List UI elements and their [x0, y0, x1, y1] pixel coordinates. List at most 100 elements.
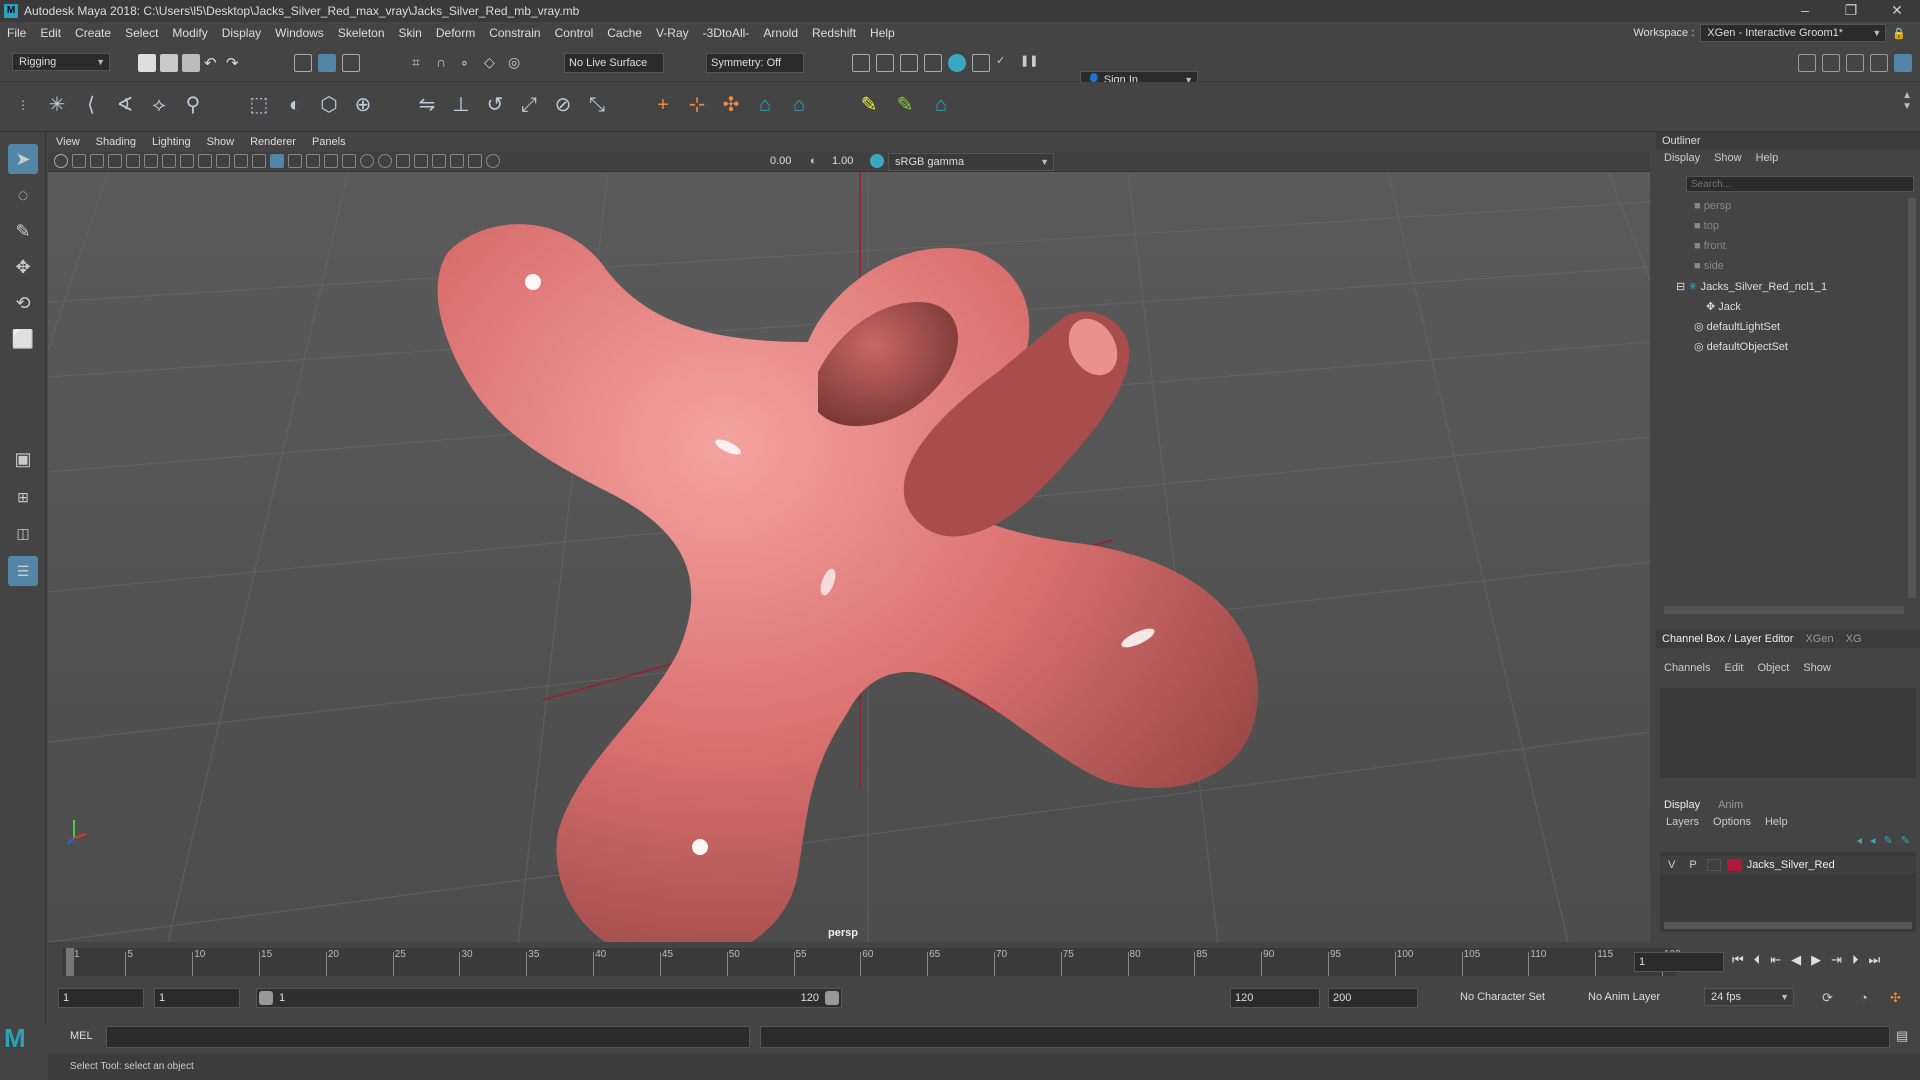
shadows-icon[interactable] [342, 154, 356, 168]
snap-curve-icon[interactable]: ∩ [436, 54, 454, 72]
lattice-icon[interactable]: ⬡ [316, 92, 342, 118]
pose-editor-icon[interactable]: ⌂ [928, 92, 954, 118]
character-set-dropdown[interactable]: No Character Set [1460, 991, 1545, 1003]
channel-box-toggle-icon[interactable] [1870, 54, 1888, 72]
layer-playback-toggle[interactable]: P [1689, 859, 1696, 871]
time-slider[interactable]: 1 5 10 15 20 25 30 35 40 45 50 55 60 65 70 75 80 85 90 95 10… [48, 946, 1920, 980]
outliner-item-group[interactable]: ⊟ ✳ Jacks_Silver_Red_ncl1_1 [1676, 280, 1827, 293]
snap-grid-icon[interactable]: ⌗ [412, 54, 430, 72]
ik-handle-icon[interactable]: ⟨ [78, 92, 104, 118]
move-layer-up-icon[interactable]: ◂ [1857, 834, 1863, 847]
layer-visibility-toggle[interactable]: V [1668, 859, 1675, 871]
channel-menu-edit[interactable]: Edit [1724, 662, 1743, 674]
depth-of-field-icon[interactable] [414, 154, 428, 168]
menu-skin[interactable]: Skin [392, 26, 429, 40]
outliner-menu-help[interactable]: Help [1756, 152, 1779, 164]
menu-edit[interactable]: Edit [33, 26, 68, 40]
resolution-gate-icon[interactable] [162, 154, 176, 168]
anim-preferences-icon[interactable]: ✣ [1890, 990, 1901, 1006]
outliner-search-input[interactable] [1686, 176, 1914, 192]
tab-xg[interactable]: XG [1846, 633, 1862, 645]
measure-icon[interactable]: ⊹ [684, 92, 710, 118]
layer-row[interactable]: V P Jacks_Silver_Red [1660, 856, 1916, 874]
auto-key-icon[interactable]: ◔ [1860, 990, 1868, 1005]
viewport-3d-scene[interactable]: persp [0, 171, 1909, 964]
aim-constraint-icon[interactable]: ⊘ [550, 92, 576, 118]
render-view-icon[interactable] [852, 54, 870, 72]
outliner-horizontal-scrollbar[interactable] [1664, 606, 1904, 614]
layer-menu-help[interactable]: Help [1765, 816, 1788, 828]
play-forward-icon[interactable]: ▶ [1811, 952, 1821, 968]
render-setup-icon[interactable] [972, 54, 990, 72]
maximize-button[interactable]: ❐ [1828, 0, 1874, 22]
layer-name[interactable]: Jacks_Silver_Red [1747, 859, 1835, 871]
safe-action-icon[interactable] [216, 154, 230, 168]
parent-constraint-icon[interactable]: ⇋ [414, 92, 440, 118]
collapse-icon[interactable]: ⊟ [1676, 281, 1688, 293]
command-language-toggle[interactable]: MEL [70, 1030, 93, 1042]
tab-display-layers[interactable]: Display [1664, 799, 1700, 811]
range-end-handle[interactable] [825, 991, 839, 1005]
menu-deform[interactable]: Deform [429, 26, 482, 40]
live-surface-field[interactable]: No Live Surface [564, 53, 664, 73]
command-input[interactable] [106, 1026, 750, 1048]
play-back-icon[interactable]: ◀ [1791, 952, 1801, 968]
layer-editor-toggle-icon[interactable] [1894, 54, 1912, 72]
menu-3dtoall[interactable]: -3DtoAll- [696, 26, 757, 40]
menu-redshift[interactable]: Redshift [805, 26, 863, 40]
channel-menu-object[interactable]: Object [1757, 662, 1789, 674]
blend-shape-icon[interactable]: ✎ [892, 92, 918, 118]
layer-color-swatch[interactable] [1726, 859, 1741, 871]
channel-box-attributes[interactable] [1660, 688, 1916, 778]
wireframe-on-shaded-icon[interactable] [288, 154, 302, 168]
menu-modify[interactable]: Modify [165, 26, 214, 40]
save-scene-icon[interactable] [182, 54, 200, 72]
new-layer-selected-icon[interactable]: ✎ [1901, 834, 1910, 847]
menu-cache[interactable]: Cache [600, 26, 649, 40]
new-scene-icon[interactable] [138, 54, 156, 72]
xray-icon[interactable] [450, 154, 464, 168]
smooth-shade-icon[interactable] [270, 154, 284, 168]
playback-start-field[interactable]: 1 [154, 988, 240, 1008]
anti-aliasing-icon[interactable] [396, 154, 410, 168]
view-transform-dropdown[interactable]: sRGB gamma ▼ [888, 153, 1054, 171]
quick-rig-icon[interactable]: ⌂ [752, 92, 778, 118]
gate-mask-icon[interactable] [180, 154, 194, 168]
four-view-layout-icon[interactable]: ⊞ [8, 482, 38, 512]
menu-vray[interactable]: V-Ray [649, 26, 696, 40]
hypershade-icon[interactable] [948, 54, 966, 72]
symmetry-dropdown[interactable]: Symmetry: Off [706, 53, 804, 73]
next-key-icon[interactable]: ⇥ [1831, 952, 1842, 968]
layer-menu-layers[interactable]: Layers [1666, 816, 1699, 828]
tab-anim-layers[interactable]: Anim [1718, 799, 1743, 811]
outliner-item-side[interactable]: ■ side [1694, 260, 1724, 272]
redo-icon[interactable]: ↷ [226, 54, 244, 72]
outliner-item-jack[interactable]: ✥ Jack [1706, 300, 1741, 313]
outliner-layout-icon[interactable]: ☰ [8, 556, 38, 586]
motion-blur-icon[interactable] [378, 154, 392, 168]
outliner-menu-display[interactable]: Display [1664, 152, 1700, 164]
menu-skeleton[interactable]: Skeleton [331, 26, 392, 40]
ik-spline-icon[interactable]: ∢ [112, 92, 138, 118]
scale-constraint-icon[interactable]: ⤢ [516, 92, 542, 118]
open-scene-icon[interactable] [160, 54, 178, 72]
menu-set-dropdown[interactable]: Rigging ▼ [12, 53, 110, 71]
tab-channel-box[interactable]: Channel Box / Layer Editor [1662, 633, 1793, 645]
go-to-start-icon[interactable]: ⏮ [1732, 952, 1744, 968]
field-chart-icon[interactable] [198, 154, 212, 168]
script-editor-icon[interactable]: ▤ [1896, 1028, 1908, 1044]
render-settings-icon[interactable] [924, 54, 942, 72]
menu-help[interactable]: Help [863, 26, 902, 40]
select-tool-icon[interactable]: ➤ [8, 144, 38, 174]
grid-toggle-icon[interactable] [126, 154, 140, 168]
camera-attributes-icon[interactable] [72, 154, 86, 168]
snap-view-icon[interactable]: ◇ [484, 54, 502, 72]
undo-icon[interactable]: ↶ [204, 54, 222, 72]
menu-display[interactable]: Display [215, 26, 268, 40]
layer-reference-toggle[interactable] [1706, 859, 1721, 871]
orient-joint-icon[interactable]: ⚲ [180, 92, 206, 118]
minimize-button[interactable]: – [1782, 0, 1828, 22]
range-bar[interactable]: 1 120 [256, 988, 842, 1008]
menu-control[interactable]: Control [548, 26, 601, 40]
render-frame-icon[interactable] [876, 54, 894, 72]
